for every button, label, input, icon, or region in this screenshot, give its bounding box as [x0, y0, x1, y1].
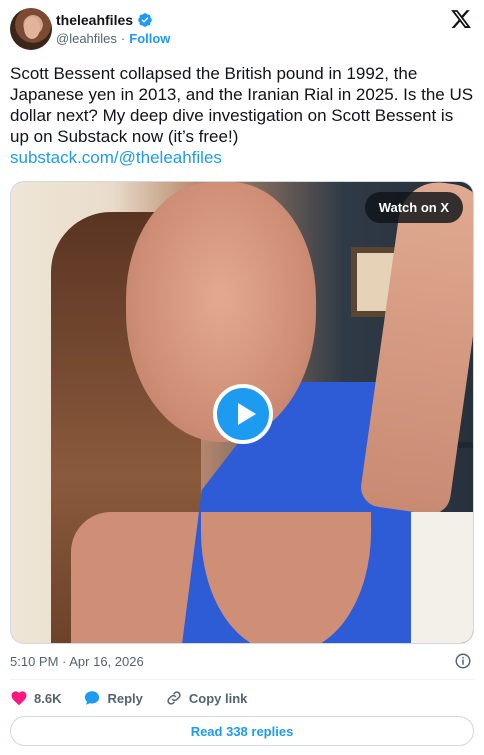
action-bar: 8.6K Reply Copy link	[10, 688, 247, 708]
tweet-embed: theleahfiles @leahfiles · Follow Scott B…	[0, 0, 484, 755]
watch-on-x-button[interactable]: Watch on X	[364, 192, 463, 223]
white-sleeve	[411, 512, 473, 643]
reply-label: Reply	[107, 690, 143, 706]
handle-row: @leahfiles · Follow	[56, 31, 170, 46]
copy-link-label: Copy link	[188, 690, 248, 706]
raised-arm	[358, 182, 473, 517]
reply-bubble-icon	[85, 691, 100, 705]
copy-link-button[interactable]: Copy link	[165, 688, 248, 708]
avatar[interactable]	[10, 8, 52, 50]
separator-dot: ·	[120, 31, 126, 46]
read-replies-button[interactable]: Read 338 replies	[10, 716, 474, 746]
verified-badge-icon	[138, 13, 152, 27]
author-name[interactable]: theleahfiles	[56, 12, 133, 28]
video-media[interactable]: Watch on X	[10, 181, 474, 644]
name-row: theleahfiles	[56, 12, 153, 28]
substack-link[interactable]: substack.com/@theleahfiles	[10, 147, 474, 168]
divider	[10, 679, 474, 680]
x-logo-icon[interactable]	[450, 8, 472, 30]
like-button[interactable]: 8.6K	[10, 688, 61, 708]
tweet-body: Scott Bessent collapsed the British poun…	[10, 64, 474, 146]
play-icon[interactable]	[213, 384, 273, 444]
tweet-header: theleahfiles @leahfiles · Follow	[10, 8, 474, 52]
info-icon[interactable]	[454, 652, 472, 670]
timestamp[interactable]: 5:10 PM · Apr 16, 2026	[10, 654, 144, 669]
like-count: 8.6K	[34, 690, 62, 706]
follow-button[interactable]: Follow	[129, 31, 170, 46]
reply-button[interactable]: Reply	[83, 688, 143, 708]
tweet-text: Scott Bessent collapsed the British poun…	[10, 63, 474, 168]
author-handle[interactable]: @leahfiles	[56, 31, 117, 46]
meta-row: 5:10 PM · Apr 16, 2026	[10, 652, 474, 672]
heart-icon	[11, 691, 27, 706]
link-icon	[167, 691, 181, 705]
